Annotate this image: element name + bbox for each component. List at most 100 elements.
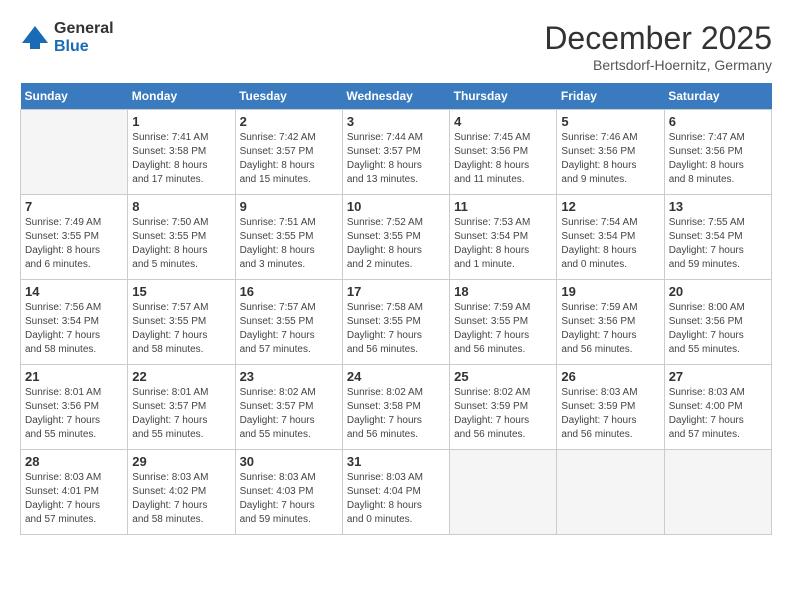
logo-icon bbox=[20, 23, 50, 53]
day-number: 27 bbox=[669, 369, 767, 384]
table-row: 4 Sunrise: 7:45 AM Sunset: 3:56 PM Daylig… bbox=[450, 110, 557, 195]
day-number: 20 bbox=[669, 284, 767, 299]
day-info: Sunrise: 7:45 AM Sunset: 3:56 PM Dayligh… bbox=[454, 131, 552, 187]
day-info: Sunrise: 8:03 AM Sunset: 4:02 PM Dayligh… bbox=[132, 471, 230, 527]
table-row: 27Sunrise: 8:03 AM Sunset: 4:00 PM Dayli… bbox=[664, 365, 771, 450]
table-row: 22Sunrise: 8:01 AM Sunset: 3:57 PM Dayli… bbox=[128, 365, 235, 450]
calendar-week-row: 21Sunrise: 8:01 AM Sunset: 3:56 PM Dayli… bbox=[21, 365, 772, 450]
day-number: 29 bbox=[132, 454, 230, 469]
table-row: 5 Sunrise: 7:46 AM Sunset: 3:56 PM Daylig… bbox=[557, 110, 664, 195]
day-info: Sunrise: 8:03 AM Sunset: 4:01 PM Dayligh… bbox=[25, 471, 123, 527]
logo: General Blue bbox=[20, 20, 114, 55]
header: General Blue December 2025 Bertsdorf-Hoe… bbox=[20, 20, 772, 73]
day-number: 30 bbox=[240, 454, 338, 469]
calendar-week-row: 7Sunrise: 7:49 AM Sunset: 3:55 PM Daylig… bbox=[21, 195, 772, 280]
day-number: 10 bbox=[347, 199, 445, 214]
day-number: 12 bbox=[561, 199, 659, 214]
monday-header: Monday bbox=[128, 83, 235, 110]
day-info: Sunrise: 7:58 AM Sunset: 3:55 PM Dayligh… bbox=[347, 301, 445, 357]
day-info: Sunrise: 7:46 AM Sunset: 3:56 PM Dayligh… bbox=[561, 131, 659, 187]
day-info: Sunrise: 7:51 AM Sunset: 3:55 PM Dayligh… bbox=[240, 216, 338, 272]
day-info: Sunrise: 7:59 AM Sunset: 3:55 PM Dayligh… bbox=[454, 301, 552, 357]
day-info: Sunrise: 7:53 AM Sunset: 3:54 PM Dayligh… bbox=[454, 216, 552, 272]
table-row: 15 Sunrise: 7:57 AM Sunset: 3:55 PM Dayli… bbox=[128, 280, 235, 365]
table-row: 13 Sunrise: 7:55 AM Sunset: 3:54 PM Dayli… bbox=[664, 195, 771, 280]
logo-text: General Blue bbox=[54, 20, 114, 55]
table-row: 25Sunrise: 8:02 AM Sunset: 3:59 PM Dayli… bbox=[450, 365, 557, 450]
friday-header: Friday bbox=[557, 83, 664, 110]
calendar-header: Sunday Monday Tuesday Wednesday Thursday… bbox=[21, 83, 772, 110]
day-number: 8 bbox=[132, 199, 230, 214]
day-number: 9 bbox=[240, 199, 338, 214]
day-number: 3 bbox=[347, 114, 445, 129]
calendar-table: Sunday Monday Tuesday Wednesday Thursday… bbox=[20, 83, 772, 535]
table-row: 1Sunrise: 7:41 AM Sunset: 3:58 PM Daylig… bbox=[128, 110, 235, 195]
table-row: 30 Sunrise: 8:03 AM Sunset: 4:03 PM Dayli… bbox=[235, 450, 342, 535]
saturday-header: Saturday bbox=[664, 83, 771, 110]
day-number: 18 bbox=[454, 284, 552, 299]
day-number: 2 bbox=[240, 114, 338, 129]
day-info: Sunrise: 8:03 AM Sunset: 4:04 PM Dayligh… bbox=[347, 471, 445, 527]
day-number: 13 bbox=[669, 199, 767, 214]
day-info: Sunrise: 8:01 AM Sunset: 3:56 PM Dayligh… bbox=[25, 386, 123, 442]
table-row: 9 Sunrise: 7:51 AM Sunset: 3:55 PM Daylig… bbox=[235, 195, 342, 280]
calendar-week-row: 28 Sunrise: 8:03 AM Sunset: 4:01 PM Dayli… bbox=[21, 450, 772, 535]
days-of-week-row: Sunday Monday Tuesday Wednesday Thursday… bbox=[21, 83, 772, 110]
table-row: 3 Sunrise: 7:44 AM Sunset: 3:57 PM Daylig… bbox=[342, 110, 449, 195]
table-row: 28 Sunrise: 8:03 AM Sunset: 4:01 PM Dayli… bbox=[21, 450, 128, 535]
table-row: 7Sunrise: 7:49 AM Sunset: 3:55 PM Daylig… bbox=[21, 195, 128, 280]
day-info: Sunrise: 7:57 AM Sunset: 3:55 PM Dayligh… bbox=[132, 301, 230, 357]
day-number: 14 bbox=[25, 284, 123, 299]
logo-general-text: General bbox=[54, 20, 114, 38]
day-info: Sunrise: 7:47 AM Sunset: 3:56 PM Dayligh… bbox=[669, 131, 767, 187]
table-row: 31Sunrise: 8:03 AM Sunset: 4:04 PM Dayli… bbox=[342, 450, 449, 535]
day-info: Sunrise: 8:01 AM Sunset: 3:57 PM Dayligh… bbox=[132, 386, 230, 442]
day-info: Sunrise: 7:44 AM Sunset: 3:57 PM Dayligh… bbox=[347, 131, 445, 187]
day-number: 1 bbox=[132, 114, 230, 129]
table-row: 19Sunrise: 7:59 AM Sunset: 3:56 PM Dayli… bbox=[557, 280, 664, 365]
day-info: Sunrise: 8:02 AM Sunset: 3:57 PM Dayligh… bbox=[240, 386, 338, 442]
day-number: 4 bbox=[454, 114, 552, 129]
day-number: 7 bbox=[25, 199, 123, 214]
day-info: Sunrise: 7:59 AM Sunset: 3:56 PM Dayligh… bbox=[561, 301, 659, 357]
table-row: 26 Sunrise: 8:03 AM Sunset: 3:59 PM Dayli… bbox=[557, 365, 664, 450]
day-number: 23 bbox=[240, 369, 338, 384]
day-number: 11 bbox=[454, 199, 552, 214]
table-row: 6 Sunrise: 7:47 AM Sunset: 3:56 PM Daylig… bbox=[664, 110, 771, 195]
table-row: 8 Sunrise: 7:50 AM Sunset: 3:55 PM Daylig… bbox=[128, 195, 235, 280]
calendar-week-row: 14 Sunrise: 7:56 AM Sunset: 3:54 PM Dayli… bbox=[21, 280, 772, 365]
day-number: 24 bbox=[347, 369, 445, 384]
day-number: 15 bbox=[132, 284, 230, 299]
table-row: 10 Sunrise: 7:52 AM Sunset: 3:55 PM Dayli… bbox=[342, 195, 449, 280]
tuesday-header: Tuesday bbox=[235, 83, 342, 110]
day-info: Sunrise: 7:50 AM Sunset: 3:55 PM Dayligh… bbox=[132, 216, 230, 272]
day-info: Sunrise: 8:03 AM Sunset: 3:59 PM Dayligh… bbox=[561, 386, 659, 442]
thursday-header: Thursday bbox=[450, 83, 557, 110]
day-info: Sunrise: 7:57 AM Sunset: 3:55 PM Dayligh… bbox=[240, 301, 338, 357]
table-row: 23 Sunrise: 8:02 AM Sunset: 3:57 PM Dayli… bbox=[235, 365, 342, 450]
day-number: 26 bbox=[561, 369, 659, 384]
logo-blue-text: Blue bbox=[54, 38, 114, 56]
day-info: Sunrise: 7:55 AM Sunset: 3:54 PM Dayligh… bbox=[669, 216, 767, 272]
table-row: 18 Sunrise: 7:59 AM Sunset: 3:55 PM Dayli… bbox=[450, 280, 557, 365]
day-info: Sunrise: 8:03 AM Sunset: 4:03 PM Dayligh… bbox=[240, 471, 338, 527]
table-row: 24Sunrise: 8:02 AM Sunset: 3:58 PM Dayli… bbox=[342, 365, 449, 450]
month-title: December 2025 bbox=[544, 20, 772, 57]
title-area: December 2025 Bertsdorf-Hoernitz, German… bbox=[544, 20, 772, 73]
table-row bbox=[664, 450, 771, 535]
day-number: 5 bbox=[561, 114, 659, 129]
day-number: 25 bbox=[454, 369, 552, 384]
location-subtitle: Bertsdorf-Hoernitz, Germany bbox=[544, 57, 772, 73]
table-row: 20Sunrise: 8:00 AM Sunset: 3:56 PM Dayli… bbox=[664, 280, 771, 365]
table-row: 16 Sunrise: 7:57 AM Sunset: 3:55 PM Dayli… bbox=[235, 280, 342, 365]
day-info: Sunrise: 7:52 AM Sunset: 3:55 PM Dayligh… bbox=[347, 216, 445, 272]
day-info: Sunrise: 7:56 AM Sunset: 3:54 PM Dayligh… bbox=[25, 301, 123, 357]
day-number: 16 bbox=[240, 284, 338, 299]
table-row: 29 Sunrise: 8:03 AM Sunset: 4:02 PM Dayli… bbox=[128, 450, 235, 535]
wednesday-header: Wednesday bbox=[342, 83, 449, 110]
table-row: 21Sunrise: 8:01 AM Sunset: 3:56 PM Dayli… bbox=[21, 365, 128, 450]
day-number: 28 bbox=[25, 454, 123, 469]
table-row: 2Sunrise: 7:42 AM Sunset: 3:57 PM Daylig… bbox=[235, 110, 342, 195]
day-number: 6 bbox=[669, 114, 767, 129]
table-row: 12Sunrise: 7:54 AM Sunset: 3:54 PM Dayli… bbox=[557, 195, 664, 280]
